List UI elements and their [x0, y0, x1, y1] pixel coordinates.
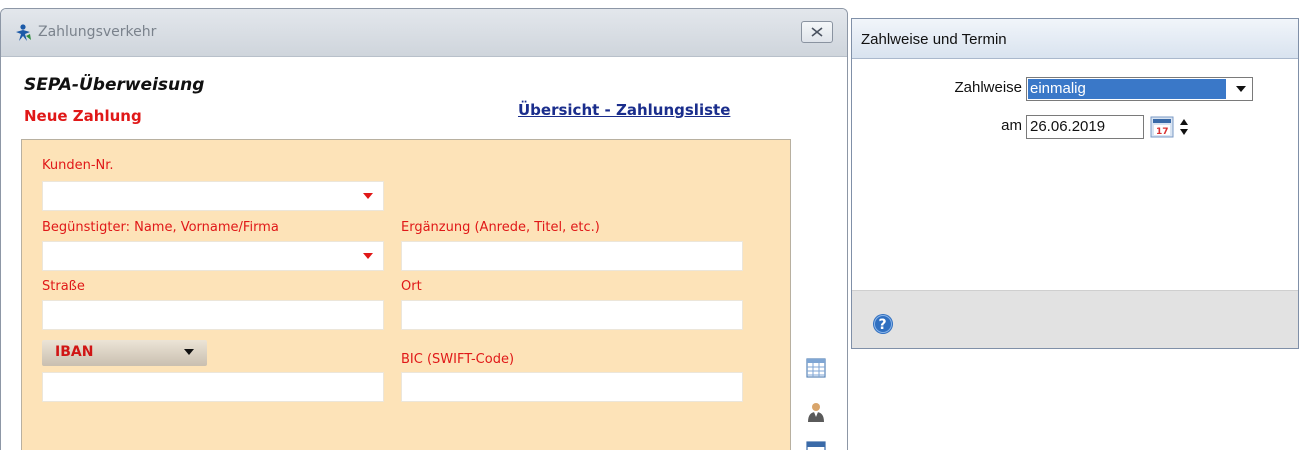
bic-input[interactable] — [401, 372, 743, 402]
ort-label: Ort — [401, 279, 422, 294]
ort-input[interactable] — [401, 300, 743, 330]
help-icon[interactable]: ? — [872, 313, 894, 335]
chevron-down-icon — [363, 253, 373, 259]
panel-footer: ? — [852, 290, 1298, 348]
iban-input[interactable] — [42, 372, 384, 402]
title-bar[interactable]: Zahlungsverkehr — [1, 9, 847, 57]
svg-text:?: ? — [879, 317, 887, 333]
account-type-select[interactable]: IBAN — [42, 340, 207, 366]
transfer-form-panel: Kunden-Nr. Begünstigter: Name, Vorname/F… — [21, 139, 791, 450]
payment-dialog: Zahlungsverkehr SEPA-Überweisung Neue Za… — [0, 8, 848, 450]
payment-schedule-panel: Zahlweise und Termin Zahlweise einmalig … — [851, 18, 1299, 349]
chevron-down-icon — [363, 193, 373, 199]
strasse-input[interactable] — [42, 300, 384, 330]
close-button[interactable] — [801, 21, 833, 43]
form-subtitle: Neue Zahlung — [24, 107, 142, 125]
account-type-value: IBAN — [55, 344, 94, 360]
ergaenzung-label: Ergänzung (Anrede, Titel, etc.) — [401, 220, 600, 235]
zahlweise-label: Zahlweise — [954, 79, 1022, 96]
kunden-nr-label: Kunden-Nr. — [42, 158, 114, 173]
window-title: Zahlungsverkehr — [38, 24, 157, 40]
ergaenzung-input[interactable] — [401, 241, 743, 271]
bic-label: BIC (SWIFT-Code) — [401, 352, 515, 367]
calendar-picker-icon[interactable]: 17 — [1150, 116, 1174, 138]
zahlweise-selected-value: einmalig — [1028, 79, 1226, 99]
calendar-icon[interactable] — [805, 439, 827, 450]
panel-title: Zahlweise und Termin — [861, 31, 1007, 48]
app-logo-icon — [16, 24, 31, 41]
form-title: SEPA-Überweisung — [24, 75, 205, 95]
chevron-down-icon — [1236, 86, 1246, 92]
date-spinner-icon[interactable] — [1179, 115, 1189, 139]
date-input[interactable]: 26.06.2019 — [1026, 115, 1144, 139]
svg-text:17: 17 — [1156, 127, 1169, 137]
table-icon[interactable] — [805, 357, 827, 379]
strasse-label: Straße — [42, 279, 85, 294]
beguenstigter-dropdown[interactable] — [42, 241, 384, 271]
date-label: am — [1001, 117, 1022, 134]
zahlweise-select[interactable]: einmalig — [1026, 77, 1253, 101]
chevron-down-icon — [184, 349, 194, 355]
panel-header: Zahlweise und Termin — [852, 19, 1298, 59]
kunden-nr-dropdown[interactable] — [42, 181, 384, 211]
close-icon — [811, 27, 823, 37]
beguenstigter-label: Begünstigter: Name, Vorname/Firma — [42, 220, 279, 235]
person-icon[interactable] — [805, 401, 827, 423]
overview-payment-list-link[interactable]: Übersicht - Zahlungsliste — [518, 101, 730, 119]
